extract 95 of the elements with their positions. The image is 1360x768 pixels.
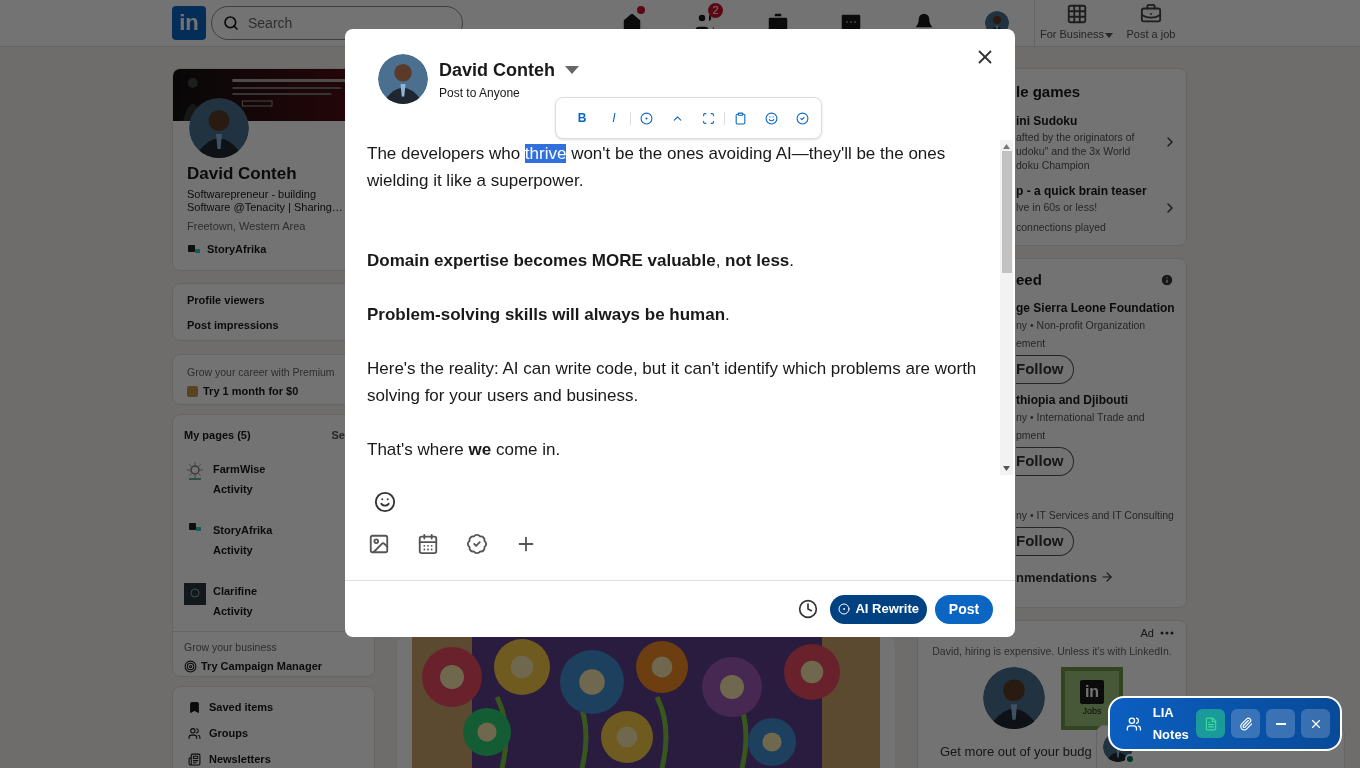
post-paragraph: The developers who thrive won't be the ones avoiding AI—they'll be the ones wielding it like a superpower. [367, 143, 947, 192]
business-teaser: Grow your business [184, 639, 278, 655]
clipboard-icon[interactable] [734, 111, 747, 125]
company-description: pment [1016, 427, 1046, 443]
ad-cta-text: Get more out of your budg [939, 743, 1092, 762]
post-paragraph: Here's the reality: AI can write code, but it can't identify which problems are worth solving for your users and business. [367, 358, 978, 407]
profile-location: Freetown, Western Area [187, 219, 307, 234]
logo[interactable]: in [172, 6, 206, 40]
page-name[interactable]: FarmWise [213, 458, 266, 479]
minimize-button[interactable] [1266, 709, 1295, 738]
scroll-down-icon[interactable] [1003, 466, 1010, 471]
premium-icon [187, 385, 198, 397]
company-name[interactable]: thiopia and Djibouti [1016, 391, 1128, 408]
check-circle-icon[interactable] [796, 111, 809, 125]
campaign-link[interactable]: Try Campaign Manager [201, 658, 323, 675]
smile-icon[interactable] [765, 111, 778, 125]
company-name[interactable]: ge Sierra Leone Foundation [1016, 299, 1175, 316]
badge-icon[interactable] [466, 533, 488, 555]
game-description: lve in 60s or less! [1016, 199, 1098, 214]
caret-icon[interactable] [565, 66, 579, 74]
emoji-icon[interactable] [374, 491, 396, 513]
bold-button[interactable]: B [571, 107, 593, 129]
info-icon[interactable] [1160, 273, 1174, 288]
logo-icon [187, 243, 201, 254]
notes-button[interactable] [1196, 709, 1225, 738]
author-name[interactable]: David Conteh [439, 56, 555, 84]
page-name[interactable]: StoryAfrika [213, 519, 273, 540]
notification-count: 2 [708, 2, 723, 18]
logo-icon [184, 582, 206, 605]
people-icon [1126, 715, 1142, 732]
game-title[interactable]: p - a quick brain teaser [1016, 181, 1147, 200]
ad-headline: David, hiring is expensive. Unless it's with LinkedIn. [931, 643, 1173, 659]
premium-link[interactable]: Try 1 month for $0 [203, 383, 299, 400]
post-paragraph: Problem-solving skills will always be human. [367, 304, 731, 326]
nav-link[interactable]: Groups [209, 726, 249, 740]
premium-teaser: Grow your career with Premium [187, 365, 335, 379]
nav-item[interactable]: Post a job [1114, 0, 1188, 47]
game-description: udoku" and the 3x World [1016, 143, 1131, 158]
post-button[interactable]: Post [935, 594, 993, 624]
nav-label: For Business [1039, 27, 1105, 43]
nav-link[interactable]: Saved items [209, 700, 274, 714]
game-description: doku Champion [1016, 157, 1090, 172]
profile-headline: Softwarepreneur - building Software @Tenacity | Sharing… [187, 188, 344, 214]
page-name[interactable]: Clarifine [213, 580, 257, 601]
widget-title: LIA Notes [1152, 703, 1190, 744]
ai-rewrite-button[interactable]: AI Rewrite [830, 594, 927, 624]
groups-icon [188, 726, 201, 740]
more-icon[interactable] [1160, 631, 1174, 636]
company-description: ny • International Trade and [1016, 409, 1145, 425]
italic-button[interactable]: I [603, 107, 625, 129]
scroll-up-icon[interactable] [1003, 144, 1010, 149]
scrollbar[interactable] [1000, 140, 1013, 475]
bookmark-icon [188, 700, 201, 714]
company-description: ny • IT Services and IT Consulting [1016, 507, 1174, 523]
company-description: ny • Non-profit Organization [1016, 317, 1146, 333]
company-description: ement [1016, 335, 1046, 351]
document-icon [1203, 716, 1218, 731]
newsletter-icon [188, 752, 201, 766]
company-link[interactable]: StoryAfrika [207, 240, 267, 257]
calendar-icon[interactable] [417, 533, 439, 555]
game-title[interactable]: ini Sudoku [1016, 111, 1078, 130]
grid-icon [1066, 3, 1088, 26]
target-icon[interactable] [640, 111, 653, 125]
expand-icon[interactable] [702, 111, 715, 125]
search-icon [223, 15, 239, 31]
profile-avatar [189, 98, 249, 158]
see-all-link[interactable]: Se [331, 427, 345, 444]
audience-label[interactable]: Post to Anyone [439, 83, 579, 102]
nav-link[interactable]: Newsletters [209, 752, 271, 766]
minus-icon [1275, 722, 1286, 725]
nav-item[interactable]: For Business [1040, 0, 1114, 47]
section-title: eed [1016, 270, 1042, 290]
page-activity-link[interactable]: Activity [213, 600, 257, 621]
clock-icon[interactable] [798, 599, 819, 619]
game-meta: connections played [1016, 219, 1106, 235]
target-icon [184, 660, 197, 673]
page-activity-link[interactable]: Activity [213, 539, 273, 560]
sun-logo-icon [185, 460, 205, 481]
section-title: My pages (5) [184, 428, 251, 443]
scrollbar-thumb[interactable] [1001, 151, 1012, 273]
ad-label: Ad [1140, 626, 1154, 641]
image-icon[interactable] [368, 533, 390, 555]
attach-button[interactable] [1231, 709, 1260, 738]
post-paragraph: That's where we come in. [367, 439, 562, 461]
author-avatar [378, 54, 428, 104]
target-icon [838, 603, 851, 615]
recommendations-link[interactable]: nmendations [1016, 567, 1097, 587]
paperclip-icon [1238, 716, 1253, 731]
game-description: afted by the originators of [1016, 129, 1135, 144]
post-paragraph: Domain expertise becomes MORE valuable, not less. [367, 250, 796, 272]
page-activity-link[interactable]: Activity [213, 478, 266, 499]
ad-avatar [983, 667, 1045, 730]
nav-label: Post a job [1126, 27, 1176, 43]
section-title: le games [1016, 82, 1082, 102]
logo-icon [188, 521, 202, 532]
